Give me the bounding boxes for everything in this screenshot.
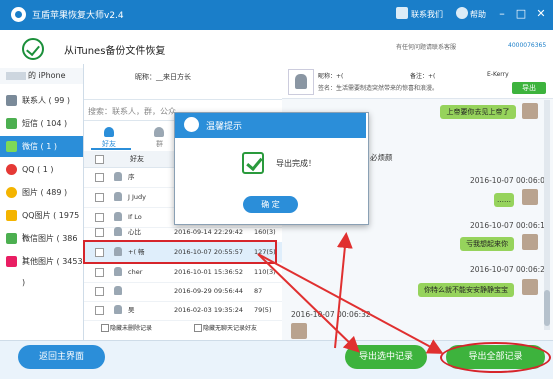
dialog-ok-button[interactable]: 确 定 — [243, 196, 298, 213]
message-timestamp: 2016-10-07 00:06:09 — [470, 176, 550, 185]
message-timestamp: 2016-10-07 00:06:29 — [470, 265, 550, 274]
table-row[interactable]: 2016-09-29 09:56:44 87 — [84, 281, 282, 302]
avatar-icon — [295, 74, 307, 89]
hide-friends-label: 隐藏无聊天记录好友 — [203, 325, 258, 332]
user-icon — [114, 305, 122, 314]
user-icon — [114, 192, 122, 201]
export-selected-button[interactable]: 导出选中记录 — [345, 345, 427, 369]
qq-icon — [6, 164, 17, 175]
qq-photos-icon — [6, 210, 17, 221]
chat-signature: 签名：生活需要制造突然带来的惊喜和浪漫。 — [318, 85, 439, 92]
chat-remark-name: E-Kerry — [487, 71, 509, 78]
export-all-highlight — [440, 342, 551, 373]
tab-active-indicator — [91, 148, 131, 150]
sms-icon — [6, 118, 17, 129]
table-row[interactable]: 吴 2016-02-03 19:35:24 79(5) — [84, 300, 282, 321]
sender-avatar — [522, 279, 538, 295]
other-photos-icon — [6, 256, 17, 267]
dialog-logo-icon — [184, 117, 199, 132]
row-checkbox[interactable] — [95, 287, 104, 296]
sidebar-item-wechat[interactable]: 微信 ( 1 ) — [0, 136, 83, 157]
chat-scrollbar-thumb[interactable] — [544, 290, 550, 326]
user-icon — [114, 227, 122, 236]
user-icon — [114, 267, 122, 276]
app-title: 互盾苹果恢复大师v2.4 — [32, 11, 124, 21]
friends-tab-icon — [104, 127, 114, 137]
support-note: 有任何问题请联系客服 — [396, 44, 457, 51]
row-checkbox[interactable] — [95, 173, 104, 182]
row-checkbox[interactable] — [95, 268, 104, 277]
sidebar-item-other-photos[interactable]: 其他图片 ( 3453 ) — [0, 251, 83, 287]
table-row[interactable]: cher 2016-10-01 15:36:52 110(3) — [84, 262, 282, 283]
user-icon — [114, 172, 122, 181]
select-all-checkbox[interactable] — [95, 155, 104, 164]
sender-avatar — [522, 103, 538, 119]
user-icon — [114, 212, 122, 221]
contacts-icon — [6, 95, 17, 106]
chat-message: 上帝要你去见上帝了 — [440, 105, 516, 119]
chat-message: 你特么就不能安安静静宝宝 — [418, 283, 514, 297]
contact-avatar — [288, 69, 314, 95]
row-checkbox[interactable] — [95, 213, 104, 222]
sidebar-item-photos[interactable]: 图片 ( 489 ) — [0, 182, 83, 203]
chat-message: …… — [494, 193, 514, 207]
sidebar-item-wechat-photos[interactable]: 微信图片 ( 386 ) — [0, 228, 83, 264]
app-logo-icon — [11, 7, 26, 22]
restore-check-icon — [22, 38, 44, 60]
sidebar-item-sms[interactable]: 短信 ( 104 ) — [0, 113, 83, 134]
contact-avatar-small — [291, 323, 307, 339]
message-timestamp: 2016-10-07 00:06:32 — [291, 310, 371, 319]
sender-avatar — [522, 189, 538, 205]
sidebar-item-qq-photos[interactable]: QQ图片 ( 1975 ) — [0, 205, 83, 241]
hide-deleted-label: 隐藏未删除记录 — [110, 325, 153, 332]
tab-groups[interactable]: 群 — [156, 139, 163, 149]
wechat-photos-icon — [6, 233, 17, 244]
success-check-icon — [242, 152, 264, 174]
groups-tab-icon — [154, 127, 164, 137]
message-timestamp: 2016-10-07 00:06:18 — [470, 221, 550, 230]
contact-link[interactable]: 联系我们 — [411, 9, 443, 20]
row-checkbox[interactable] — [95, 193, 104, 202]
chat-nickname: 昵称：+( — [318, 73, 344, 80]
chat-message: 亏我想起来你 — [460, 237, 514, 251]
search-input[interactable]: 搜索：联系人，群，公众 — [88, 104, 188, 120]
account-nickname: 昵称：__来日方长 — [135, 73, 191, 81]
help-link[interactable]: 帮助 — [470, 9, 486, 20]
chat-message-partial: 必烦颜 — [370, 153, 393, 162]
contact-icon — [396, 7, 408, 19]
close-button[interactable]: ✕ — [533, 6, 549, 22]
row-checkbox[interactable] — [95, 306, 104, 315]
dialog-header — [175, 113, 366, 138]
hide-friends-checkbox[interactable] — [194, 324, 202, 332]
help-icon — [456, 7, 468, 19]
back-to-main-button[interactable]: 返回主界面 — [18, 345, 105, 369]
user-icon — [114, 286, 122, 295]
sidebar-item-contacts[interactable]: 联系人 ( 99 ) — [0, 90, 83, 111]
row-checkbox[interactable] — [95, 228, 104, 237]
photos-icon — [6, 187, 17, 198]
chat-remark: 备注：+( — [410, 73, 436, 80]
divider — [84, 99, 282, 100]
maximize-button[interactable]: □ — [513, 6, 529, 22]
minimize-button[interactable]: – — [494, 6, 510, 22]
device-name: 的 iPhone — [0, 68, 83, 84]
wechat-icon — [6, 141, 17, 152]
hide-deleted-checkbox[interactable] — [101, 324, 109, 332]
sidebar-item-qq[interactable]: QQ ( 1 ) — [0, 159, 83, 180]
dialog-title: 温馨提示 — [206, 122, 243, 132]
chat-export-button[interactable]: 导出 — [512, 82, 546, 94]
page-title: 从iTunes备份文件恢复 — [64, 46, 166, 57]
column-friend: 好友 — [130, 155, 144, 163]
selected-row-highlight — [83, 240, 277, 264]
dialog-message: 导出完成！ — [276, 159, 316, 168]
sender-avatar — [522, 234, 538, 250]
support-qq-link[interactable]: 4000076365 — [508, 42, 546, 49]
